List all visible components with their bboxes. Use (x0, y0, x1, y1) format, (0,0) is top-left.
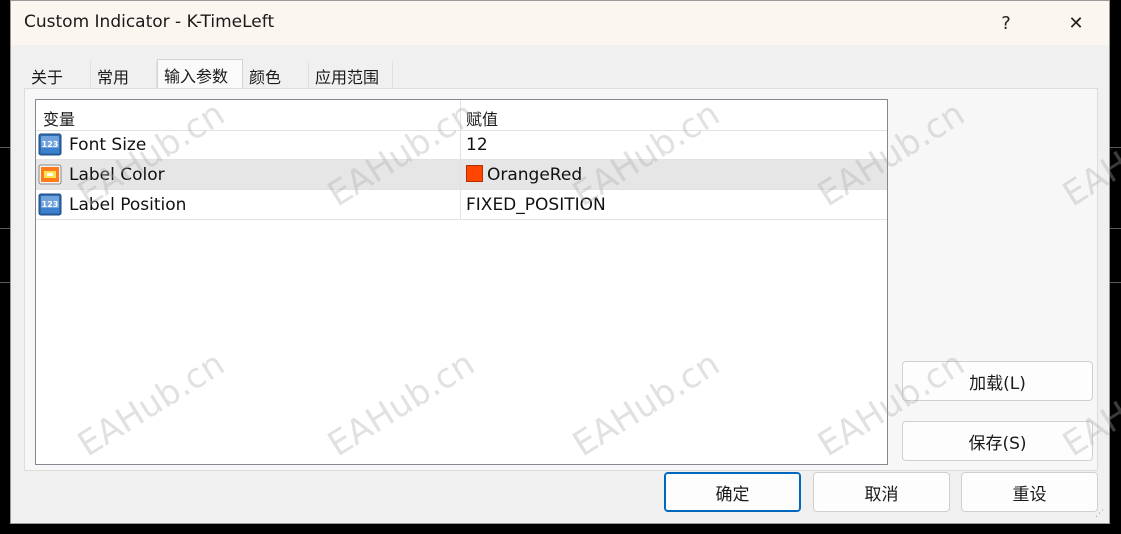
tab-common[interactable]: 常用 (91, 61, 157, 88)
param-name: Label Position (69, 195, 187, 215)
param-value[interactable]: FIXED_POSITION (466, 195, 606, 215)
param-name: Label Color (69, 165, 165, 185)
ok-button[interactable]: 确定 (664, 472, 801, 512)
help-button[interactable]: ? (984, 7, 1028, 39)
parameters-grid: 变量 赋值 123 Font Size 12 Label Color Orang… (35, 99, 888, 465)
tab-strip: 关于 常用 输入参数 颜色 应用范围 (25, 59, 393, 88)
svg-text:123: 123 (42, 200, 59, 209)
close-icon: ✕ (1068, 12, 1084, 34)
cancel-button[interactable]: 取消 (813, 472, 950, 512)
param-row-label-position[interactable]: 123 Label Position FIXED_POSITION (36, 190, 887, 220)
param-value[interactable]: 12 (466, 135, 488, 155)
cell-divider (460, 190, 461, 220)
column-divider[interactable] (460, 100, 461, 130)
reset-button[interactable]: 重设 (961, 472, 1098, 512)
svg-text:123: 123 (42, 140, 59, 149)
cell-divider (460, 130, 461, 160)
column-header-variable[interactable]: 变量 (43, 106, 75, 130)
color-swatch (466, 165, 483, 182)
close-button[interactable]: ✕ (1054, 7, 1098, 39)
title-bar[interactable]: Custom Indicator - K-TimeLeft ? ✕ (11, 1, 1109, 45)
grid-header: 变量 赋值 (36, 100, 887, 131)
tab-visualization[interactable]: 应用范围 (309, 61, 393, 88)
custom-indicator-dialog: Custom Indicator - K-TimeLeft ? ✕ 关于 常用 … (10, 0, 1121, 524)
inputs-tab-panel: 变量 赋值 123 Font Size 12 Label Color Orang… (24, 88, 1098, 471)
cell-divider (460, 160, 461, 190)
numeric-123-icon: 123 (38, 133, 62, 156)
window-title: Custom Indicator - K-TimeLeft (24, 12, 275, 32)
param-row-font-size[interactable]: 123 Font Size 12 (36, 130, 887, 160)
column-header-value[interactable]: 赋值 (466, 106, 498, 130)
load-button[interactable]: 加载(L) (902, 361, 1093, 401)
color-palette-icon (38, 164, 62, 185)
color-name: OrangeRed (487, 165, 583, 185)
tab-about[interactable]: 关于 (25, 61, 91, 88)
tab-inputs[interactable]: 输入参数 (157, 59, 243, 88)
param-value[interactable]: OrangeRed (466, 165, 582, 185)
param-name: Font Size (69, 135, 147, 155)
help-icon: ? (1001, 12, 1011, 34)
tab-colors[interactable]: 颜色 (243, 61, 309, 88)
numeric-123-icon: 123 (38, 193, 62, 216)
resize-grip-icon[interactable]: ⋰ (1095, 509, 1105, 519)
param-row-label-color[interactable]: Label Color OrangeRed (36, 160, 887, 190)
save-button[interactable]: 保存(S) (902, 421, 1093, 461)
